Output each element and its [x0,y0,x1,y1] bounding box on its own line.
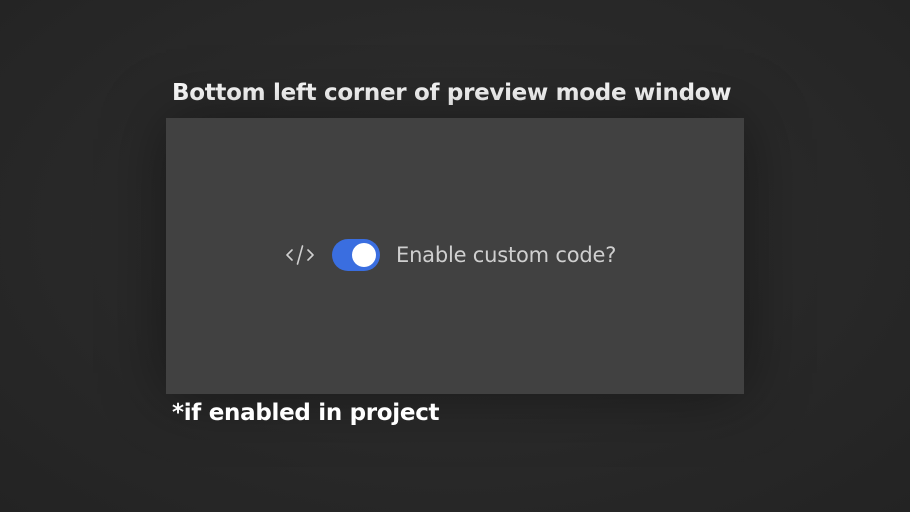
custom-code-toggle[interactable] [332,239,380,271]
toggle-knob [352,243,376,267]
custom-code-row: Enable custom code? [284,238,616,272]
footnote: *if enabled in project [172,400,440,426]
code-icon [284,238,316,272]
page-heading: Bottom left corner of preview mode windo… [172,80,732,106]
custom-code-toggle-label: Enable custom code? [396,243,617,267]
